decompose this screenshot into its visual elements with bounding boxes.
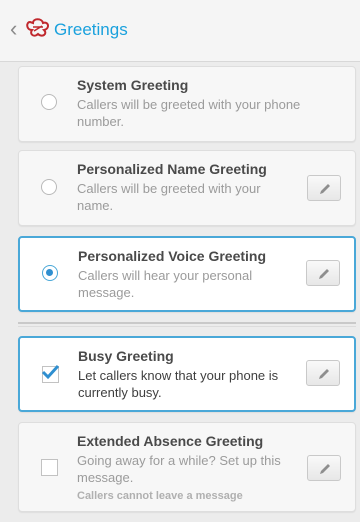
app-logo-icon[interactable] [24,14,52,42]
pencil-icon [319,269,329,279]
greeting-option-personalized-voice[interactable]: Personalized Voice Greeting Callers will… [18,236,356,312]
app-bar: ‹ Greetings [0,0,360,62]
page-title: Greetings [54,20,128,39]
radio-personalized-name-greeting[interactable] [41,179,57,195]
greeting-description-line: name. [77,198,114,213]
section-divider [18,322,356,324]
greeting-title: Busy Greeting [78,348,174,364]
radio-personalized-voice-greeting[interactable] [42,265,58,281]
checkbox-extended-absence-greeting[interactable] [41,459,58,476]
pencil-icon [319,369,329,379]
edit-name-greeting-button[interactable] [307,175,341,201]
greeting-title: Extended Absence Greeting [77,433,264,449]
checkmark-icon [41,364,60,380]
section-divider-shadow [18,326,356,327]
greeting-title: Personalized Voice Greeting [78,248,267,264]
greeting-description-line: Callers will be greeted with your [77,181,261,196]
greeting-option-system[interactable]: System Greeting Callers will be greeted … [18,66,356,142]
greeting-description-line: Callers will hear your personal [78,268,253,283]
greeting-title: System Greeting [77,77,189,93]
radio-system-greeting[interactable] [41,94,57,110]
greeting-description-line: Let callers know that your phone is [78,368,279,383]
greeting-note: Callers cannot leave a message [77,490,243,502]
greeting-title: Personalized Name Greeting [77,161,267,177]
pencil-icon [320,184,330,194]
greeting-description-line: currently busy. [78,385,162,400]
edit-voice-greeting-button[interactable] [306,260,340,286]
greeting-option-busy[interactable]: Busy Greeting Let callers know that your… [18,336,356,412]
checkbox-busy-greeting[interactable] [41,364,60,383]
greeting-option-personalized-name[interactable]: Personalized Name Greeting Callers will … [18,150,356,226]
chevron-left-icon[interactable]: ‹ [10,18,17,40]
greeting-description-line: Going away for a while? Set up this [77,453,281,468]
edit-busy-greeting-button[interactable] [306,360,340,386]
greeting-description-line: Callers will be greeted with your phone [77,97,301,112]
greeting-description-line: message. [78,285,135,300]
greeting-option-extended-absence[interactable]: Extended Absence Greeting Going away for… [18,422,356,512]
pencil-icon [320,464,330,474]
edit-extended-absence-greeting-button[interactable] [307,455,341,481]
greeting-description-line: number. [77,114,124,129]
greeting-description-line: message. [77,470,134,485]
